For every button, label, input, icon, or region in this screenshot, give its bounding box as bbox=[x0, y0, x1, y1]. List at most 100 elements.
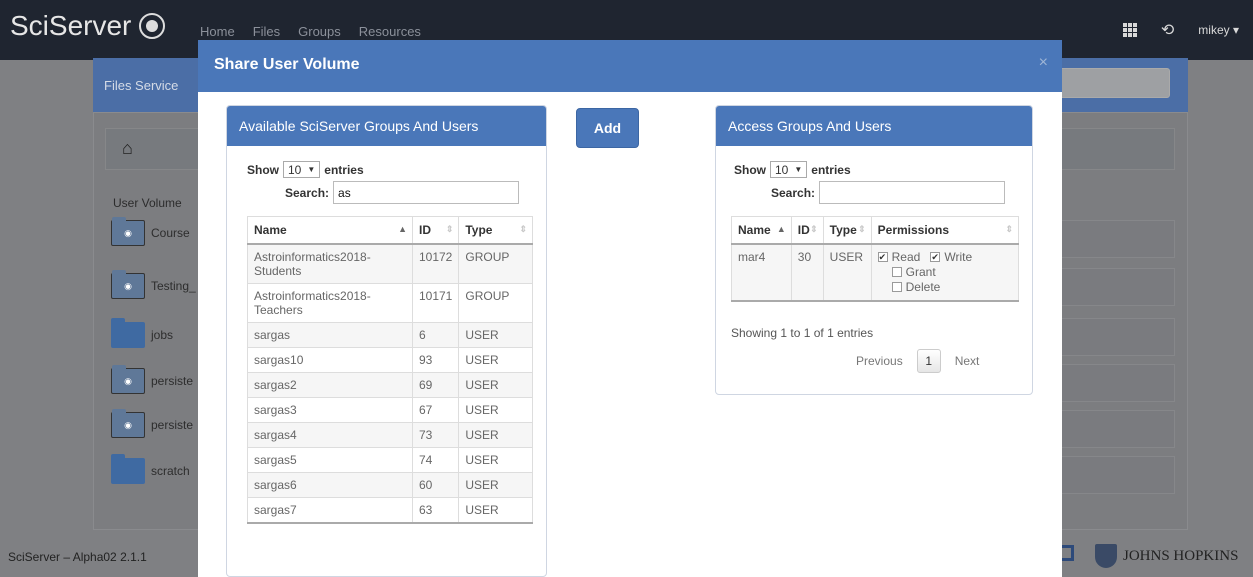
nav-link-groups[interactable]: Groups bbox=[298, 24, 341, 39]
apps-grid-icon[interactable] bbox=[1122, 23, 1137, 37]
cell-name: sargas3 bbox=[247, 397, 413, 423]
page-size-select[interactable]: 10 ▼ bbox=[283, 161, 321, 178]
sort-icon: ⇕ bbox=[1005, 224, 1013, 234]
access-groups-panel: Access Groups And Users Show 10 ▼ entrie… bbox=[715, 105, 1033, 395]
shared-folder-icon: ◉ bbox=[111, 270, 145, 299]
cell-name: Astroinformatics2018-Teachers bbox=[247, 283, 413, 323]
cell-id: 6 bbox=[411, 322, 460, 348]
nav-right: ⟲ mikey ▾ bbox=[1122, 20, 1239, 40]
volume-row[interactable]: jobs bbox=[105, 316, 205, 354]
cell-id: 30 bbox=[790, 243, 824, 302]
user-menu[interactable]: mikey ▾ bbox=[1198, 23, 1239, 37]
column-header-name[interactable]: Name ▲ bbox=[247, 216, 413, 245]
column-header-name[interactable]: Name ▲ bbox=[731, 216, 792, 245]
nav-links: Home Files Groups Resources bbox=[200, 24, 421, 39]
volume-row-end bbox=[1060, 268, 1175, 306]
available-table: Name ▲ ID ⇕ Type ⇕ Astroinformatics2018-Stu… bbox=[247, 216, 533, 524]
volume-row[interactable]: ◉ persiste bbox=[105, 362, 205, 400]
cell-id: 63 bbox=[411, 497, 460, 524]
cell-name: sargas7 bbox=[247, 497, 413, 524]
sort-icon: ⇕ bbox=[858, 224, 866, 234]
search-control: Search: bbox=[285, 181, 520, 204]
previous-page-button[interactable]: Previous bbox=[856, 354, 903, 368]
volume-row-end bbox=[1060, 456, 1175, 494]
history-icon[interactable]: ⟲ bbox=[1161, 20, 1174, 40]
write-checkbox[interactable] bbox=[930, 250, 941, 265]
column-header-type[interactable]: Type ⇕ bbox=[458, 216, 533, 245]
access-table: Name ▲ ID ⇕ Type ⇕ Permissions ⇕ mar4 30 USE… bbox=[731, 216, 1020, 302]
page-size-select[interactable]: 10 ▼ bbox=[770, 161, 808, 178]
home-icon[interactable]: ⌂ bbox=[122, 138, 133, 159]
jhu-logo-text: JOHNS HOPKINS bbox=[1123, 547, 1239, 564]
write-label: Write bbox=[944, 250, 973, 264]
cell-type: USER bbox=[458, 322, 533, 348]
cell-name: sargas6 bbox=[247, 472, 413, 498]
grant-checkbox[interactable] bbox=[891, 267, 902, 277]
table-row[interactable]: sargas6 60 USER bbox=[247, 472, 533, 498]
volume-name: scratch bbox=[151, 464, 190, 478]
column-header-id[interactable]: ID ⇕ bbox=[411, 216, 460, 245]
close-icon[interactable]: × bbox=[1039, 54, 1048, 72]
page-size-control: Show 10 ▼ entries bbox=[247, 161, 364, 178]
entries-label: entries bbox=[324, 162, 364, 177]
read-label: Read bbox=[891, 250, 921, 264]
table-row[interactable]: mar4 30 USER Read Write Grant Delete bbox=[731, 243, 1020, 302]
table-row[interactable]: sargas3 67 USER bbox=[247, 397, 533, 423]
table-row[interactable]: sargas2 69 USER bbox=[247, 372, 533, 398]
column-header-id[interactable]: ID ⇕ bbox=[790, 216, 824, 245]
table-row[interactable]: Astroinformatics2018-Teachers 10171 GROUP bbox=[247, 283, 533, 323]
next-page-button[interactable]: Next bbox=[955, 354, 980, 368]
cell-type: USER bbox=[458, 472, 533, 498]
cell-name: mar4 bbox=[731, 243, 792, 302]
show-label: Show bbox=[247, 162, 279, 177]
available-groups-panel: Available SciServer Groups And Users Sho… bbox=[226, 105, 547, 577]
jhu-shield-icon bbox=[1095, 544, 1117, 568]
table-row[interactable]: sargas10 93 USER bbox=[247, 347, 533, 373]
cell-type: USER bbox=[458, 372, 533, 398]
table-row[interactable]: sargas7 63 USER bbox=[247, 497, 533, 524]
read-checkbox[interactable] bbox=[877, 250, 888, 265]
page-size-control: Show 10 ▼ entries bbox=[734, 161, 851, 178]
volume-row[interactable]: ◉ persiste bbox=[105, 406, 205, 444]
cell-id: 73 bbox=[411, 422, 460, 448]
cell-name: sargas10 bbox=[247, 347, 413, 373]
volume-name: Course bbox=[151, 226, 190, 240]
cell-id: 67 bbox=[411, 397, 460, 423]
files-service-title: Files Service bbox=[104, 78, 179, 93]
column-header-permissions[interactable]: Permissions ⇕ bbox=[870, 216, 1020, 245]
delete-checkbox[interactable] bbox=[891, 282, 902, 292]
chevron-down-icon: ▼ bbox=[307, 165, 316, 174]
column-header-type[interactable]: Type ⇕ bbox=[822, 216, 872, 245]
delete-label: Delete bbox=[905, 280, 941, 294]
volume-name: Testing_ bbox=[151, 279, 196, 293]
shared-folder-icon: ◉ bbox=[111, 365, 145, 394]
add-button[interactable]: Add bbox=[576, 108, 639, 148]
search-label: Search: bbox=[771, 185, 816, 200]
cell-id: 69 bbox=[411, 372, 460, 398]
available-panel-title: Available SciServer Groups And Users bbox=[227, 106, 546, 146]
table-row[interactable]: sargas 6 USER bbox=[247, 322, 533, 348]
sort-asc-icon: ▲ bbox=[398, 224, 407, 234]
nav-link-home[interactable]: Home bbox=[200, 24, 235, 39]
volume-row[interactable]: ◉ Course bbox=[105, 214, 205, 252]
volume-row[interactable]: scratch bbox=[105, 452, 205, 490]
modal-header: Share User Volume × bbox=[198, 40, 1062, 92]
available-search-input[interactable] bbox=[333, 181, 520, 204]
nav-link-files[interactable]: Files bbox=[253, 24, 280, 39]
cell-permissions: Read Write Grant Delete bbox=[870, 243, 1020, 302]
cell-id: 60 bbox=[411, 472, 460, 498]
brand[interactable]: SciServer bbox=[10, 10, 166, 42]
access-search-input[interactable] bbox=[819, 181, 1006, 204]
page-1-button[interactable]: 1 bbox=[916, 349, 941, 373]
nav-link-resources[interactable]: Resources bbox=[359, 24, 421, 39]
cell-id: 10172 bbox=[411, 243, 460, 284]
table-row[interactable]: sargas5 74 USER bbox=[247, 447, 533, 473]
folder-icon bbox=[111, 454, 145, 484]
volume-row-end bbox=[1060, 364, 1175, 402]
table-row[interactable]: sargas4 73 USER bbox=[247, 422, 533, 448]
volume-row[interactable]: ◉ Testing_ bbox=[105, 267, 205, 305]
cell-type: USER bbox=[458, 497, 533, 524]
user-volume-label: User Volume bbox=[113, 196, 182, 210]
volume-name: persiste bbox=[151, 418, 194, 432]
table-row[interactable]: Astroinformatics2018-Students 10172 GROUP bbox=[247, 243, 533, 284]
